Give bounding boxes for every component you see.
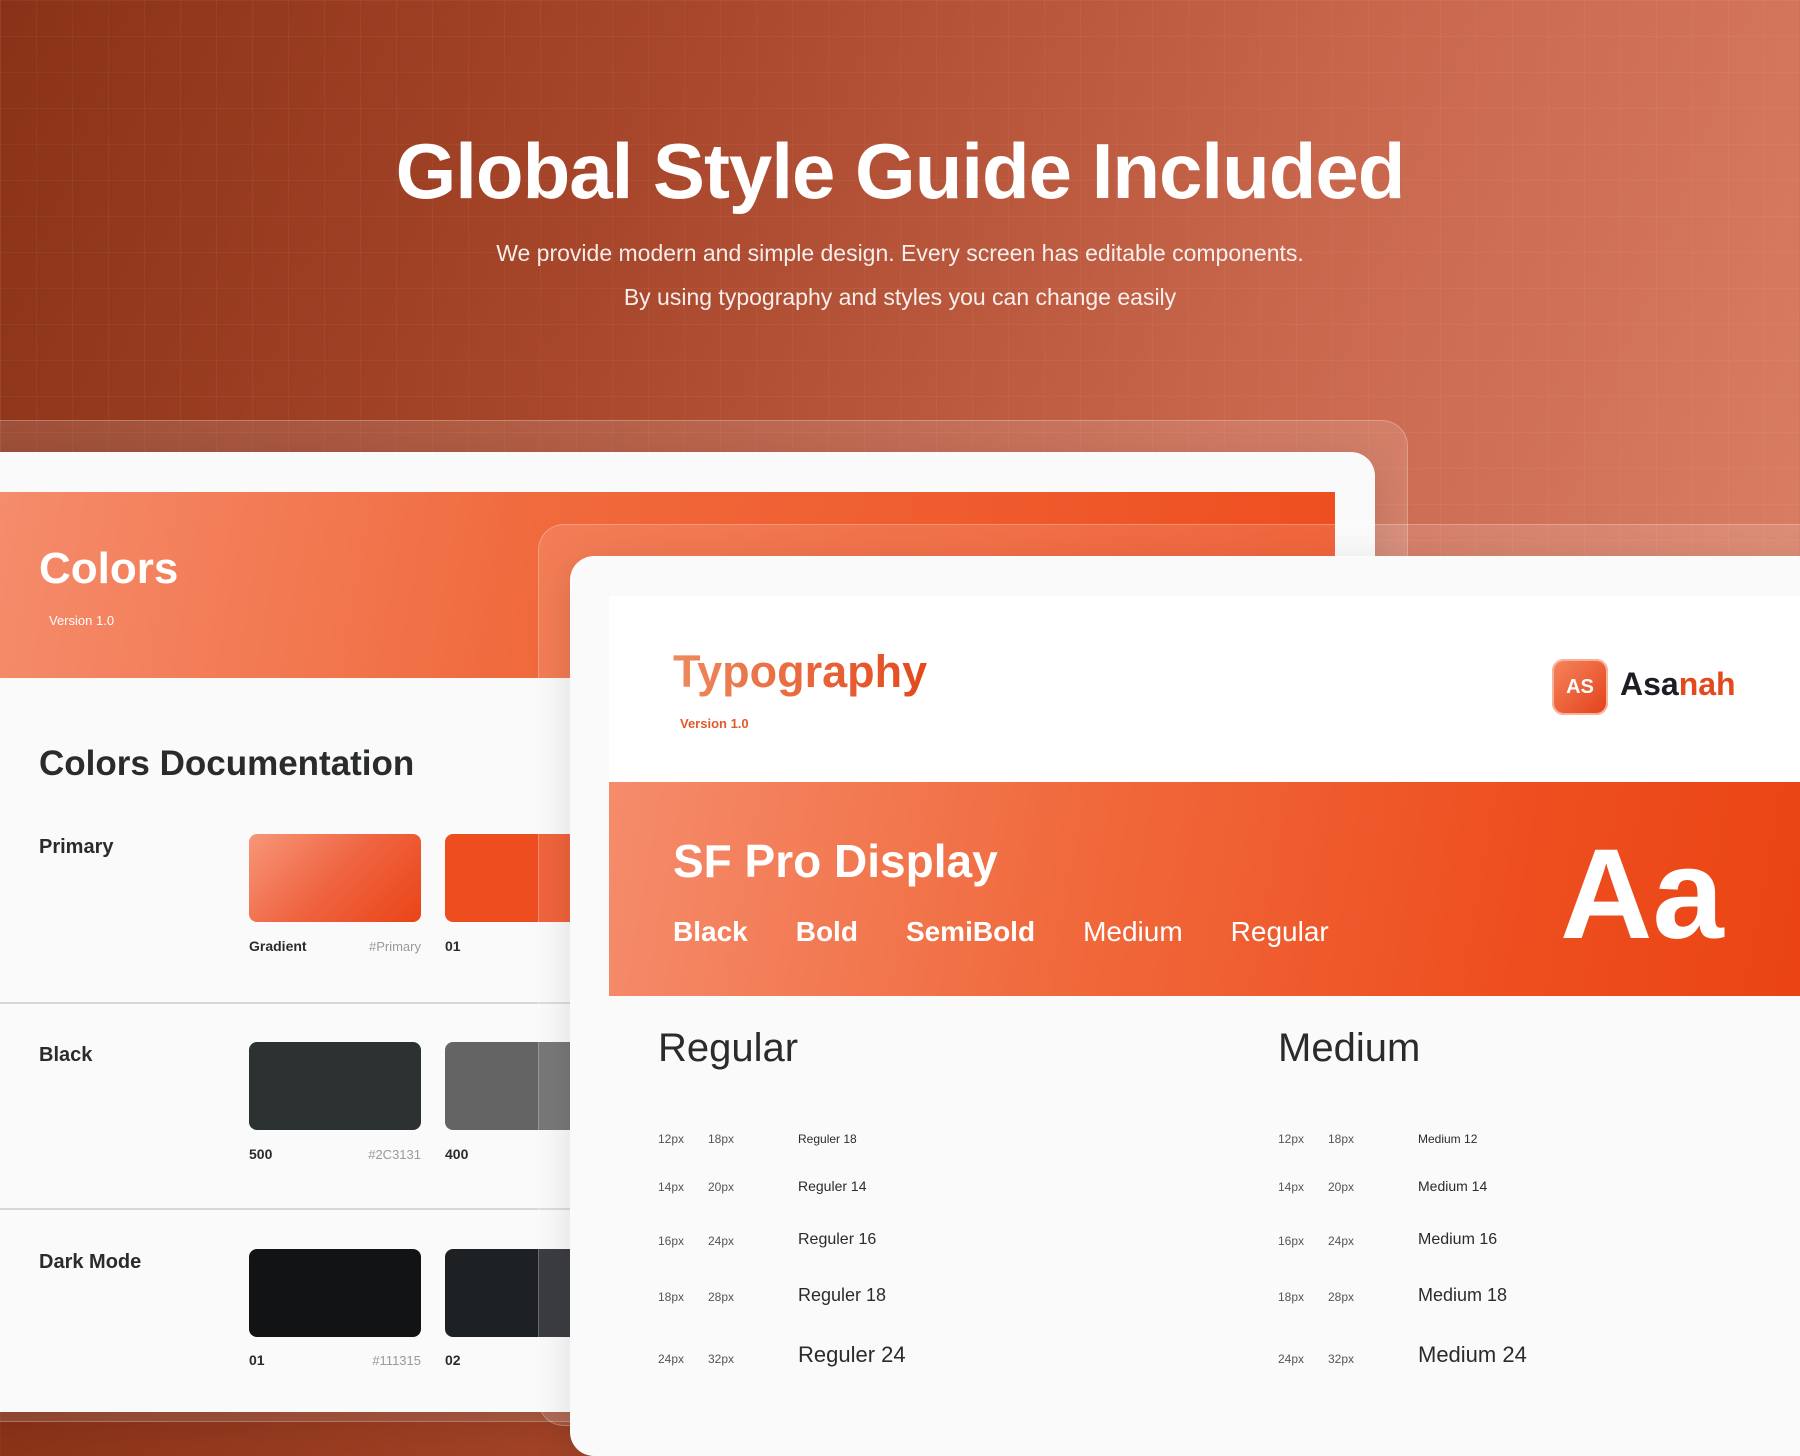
spec-line: 32px [708,1352,735,1366]
colors-title: Colors [39,544,179,593]
spec-label: Medium 12 [1418,1132,1478,1146]
spec-size: 16px [1278,1234,1305,1248]
typography-title: Typography [673,646,928,697]
font-sample-aa: Aa [1560,823,1724,966]
spec-line: 20px [1328,1180,1355,1194]
colors-version: Version 1.0 [49,613,115,628]
font-name: SF Pro Display [673,835,998,887]
swatch-hex: #111315 [372,1353,421,1368]
spec-label: Reguler 24 [798,1342,906,1367]
spec-line: 28px [708,1290,735,1304]
spec-label: Medium 18 [1418,1285,1508,1305]
swatch-name: 400 [445,1146,469,1162]
spec-size: 14px [658,1180,685,1194]
spec-line: 18px [1328,1132,1355,1146]
spec-label: Reguler 18 [798,1285,887,1305]
hero-title: Global Style Guide Included [395,127,1406,215]
spec-size: 12px [658,1132,685,1146]
asanah-logo-badge: AS [1552,659,1608,715]
spec-label: Reguler 16 [798,1231,877,1248]
weight-black: Black [673,916,748,947]
swatch-primary-gradient[interactable] [249,834,421,922]
swatch-hex: #Primary [368,939,421,954]
spec-size: 18px [1278,1290,1305,1304]
spec-line: 28px [1328,1290,1355,1304]
swatch-name: 01 [445,938,461,954]
spec-line: 32px [1328,1352,1355,1366]
weight-medium: Medium [1083,916,1183,947]
spec-label: Reguler 14 [798,1178,867,1194]
weight-semibold: SemiBold [905,916,1036,947]
spec-size: 24px [658,1352,685,1366]
weight-bold: Bold [795,916,858,947]
column-title-regular: Regular [658,1026,799,1070]
spec-line: 18px [708,1132,735,1146]
spec-label: Medium 16 [1418,1231,1498,1248]
typography-version: Version 1.0 [680,716,749,731]
hero-subtitle-line1: We provide modern and simple design. Eve… [496,240,1304,266]
logo-text-accent: nah [1678,666,1736,702]
spec-label: Medium 14 [1418,1178,1488,1194]
swatch-name: 02 [445,1352,461,1368]
typography-card: Typography Version 1.0 AS Asanah SF Pro … [570,556,1800,1456]
colors-doc-title: Colors Documentation [39,744,415,783]
column-title-medium: Medium [1278,1026,1421,1070]
weight-regular: Regular [1230,916,1329,947]
spec-size: 18px [658,1290,685,1304]
swatch-dark-01[interactable] [249,1249,421,1337]
row-label-dark-mode: Dark Mode [39,1251,142,1273]
asanah-logo-text: Asanah [1620,666,1736,703]
swatch-black-500[interactable] [249,1042,421,1130]
spec-size: 16px [658,1234,685,1248]
spec-size: 12px [1278,1132,1305,1146]
row-label-primary: Primary [39,836,114,858]
spec-label: Medium 24 [1418,1342,1527,1367]
row-label-black: Black [39,1044,93,1066]
spec-line: 20px [708,1180,735,1194]
logo-text-prefix: Asa [1620,666,1679,702]
swatch-hex: #2C3131 [368,1147,421,1162]
font-weights: Black Bold SemiBold Medium Regular [673,916,1377,948]
spec-size: 14px [1278,1180,1305,1194]
spec-line: 24px [1328,1234,1355,1248]
hero-subtitle-line2: By using typography and styles you can c… [623,284,1177,310]
spec-size: 24px [1278,1352,1305,1366]
spec-line: 24px [708,1234,735,1248]
spec-label: Reguler 18 [798,1132,857,1146]
